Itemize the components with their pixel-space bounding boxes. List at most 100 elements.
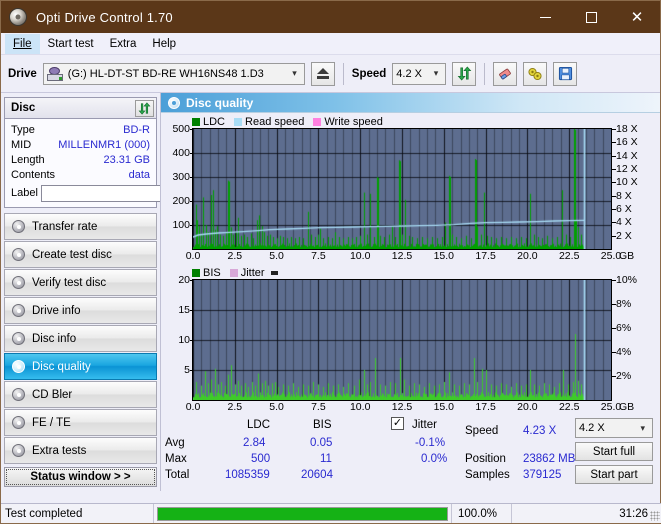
disc-label-key: Label	[11, 187, 38, 199]
x-tick-label: 15.0	[434, 401, 454, 413]
save-button[interactable]	[553, 62, 577, 86]
speed-label: Speed	[352, 68, 387, 80]
sidebar-item-extra-tests[interactable]: Extra tests	[4, 437, 157, 464]
stats-header-bis: BIS	[313, 419, 332, 431]
legend-swatch-ldc	[192, 118, 200, 126]
menu-item-file-label: File	[13, 38, 32, 50]
test-speed-select-value: 4.2 X	[579, 422, 605, 434]
y-tick-label: 20	[178, 274, 190, 286]
sidebar-item-transfer-rate[interactable]: Transfer rate	[4, 213, 157, 240]
progress-percent: 100.0%	[451, 504, 511, 523]
minimize-button[interactable]	[522, 1, 568, 33]
stats-row-avg-bis: 0.05	[310, 437, 332, 449]
status-window-button[interactable]: Status window > >	[4, 467, 157, 487]
test-speed-select[interactable]: 4.2 X ▾	[575, 418, 653, 438]
stats-row-avg-ldc: 2.84	[243, 437, 265, 449]
ldc-plot	[192, 128, 612, 250]
y-tick-label: 15	[178, 304, 190, 316]
menu-item-extra[interactable]: Extra	[102, 34, 145, 54]
speed-select[interactable]: 4.2 X ▾	[392, 63, 446, 85]
disc-icon	[12, 304, 25, 317]
legend-item-ldc: LDC	[192, 116, 225, 128]
stats-position-key: Position	[465, 453, 506, 465]
legend-label-read-speed: Read speed	[245, 116, 304, 128]
disc-quality-ldc-chart: LDC Read speed Write speed 1002003004005…	[163, 115, 656, 264]
ldc-y-axis-left: 100200300400500	[163, 128, 192, 250]
stats-row-max-bis: 11	[320, 453, 332, 465]
legend-swatch-jitter	[230, 269, 238, 277]
disc-row-length: Length 23.31 GB	[11, 152, 150, 167]
ldc-chart-legend: LDC Read speed Write speed	[163, 115, 656, 128]
disc-icon	[12, 220, 25, 233]
progress-bar	[157, 507, 448, 521]
legend-item-write-speed: Write speed	[313, 116, 383, 128]
x-axis-unit: GB	[619, 250, 634, 262]
eject-icon	[317, 68, 329, 79]
erase-disc-button[interactable]	[493, 62, 517, 86]
menu-item-start-test[interactable]: Start test	[40, 34, 102, 54]
window-controls: ✕	[522, 1, 660, 33]
x-tick-label: 2.5	[227, 250, 242, 262]
sidebar-item-verify-test-disc[interactable]: Verify test disc	[4, 269, 157, 296]
y-tick-label: 300	[172, 171, 190, 183]
drive-select[interactable]: (G:) HL-DT-ST BD-RE WH16NS48 1.D3 ▾	[43, 63, 305, 85]
disc-icon	[12, 388, 25, 401]
legend-label-bis: BIS	[203, 267, 221, 279]
refresh-icon	[138, 102, 151, 115]
eject-button[interactable]	[311, 62, 335, 86]
maximize-button[interactable]	[568, 1, 614, 33]
menu-item-help[interactable]: Help	[144, 34, 184, 54]
right-panel: Disc quality LDC Read speed	[160, 93, 660, 491]
refresh-drive-button[interactable]	[452, 62, 476, 86]
sidebar-item-drive-info[interactable]: Drive info	[4, 297, 157, 324]
disc-refresh-button[interactable]	[135, 100, 154, 117]
sidebar-item-disc-quality[interactable]: Disc quality	[4, 353, 157, 380]
menu-item-start-test-label: Start test	[48, 38, 94, 50]
chevron-down-icon: ▾	[287, 68, 302, 79]
resize-grip[interactable]	[650, 511, 660, 521]
sidebar-item-create-test-disc[interactable]: Create test disc	[4, 241, 157, 268]
y-tick-label: 10	[178, 334, 190, 346]
y-tick-label: 200	[172, 195, 190, 207]
sidebar-item-disc-info-label: Disc info	[32, 333, 76, 345]
title-bar: Opti Drive Control 1.70 ✕	[1, 1, 660, 33]
sidebar-item-cd-bler[interactable]: CD Bler	[4, 381, 157, 408]
menu-item-file[interactable]: File	[5, 34, 40, 54]
ldc-x-axis: 0.02.55.07.510.012.515.017.520.022.525.0…	[192, 250, 656, 264]
x-tick-label: 17.5	[475, 250, 495, 262]
disc-info-box: Disc Type BD-R MID MILL	[4, 97, 157, 208]
sidebar-item-disc-info[interactable]: Disc info	[4, 325, 157, 352]
y2-tick-label: 2 X	[616, 230, 632, 242]
chevron-down-icon: ▾	[635, 423, 650, 434]
stats-speed-key: Speed	[465, 425, 498, 437]
stats-row-avg-label: Avg	[165, 437, 185, 449]
drive-select-value: (G:) HL-DT-ST BD-RE WH16NS48 1.D3	[68, 68, 264, 80]
stats-position-value: 23862 MB	[523, 453, 575, 465]
disc-row-contents-value: data	[129, 169, 150, 181]
start-full-button[interactable]: Start full	[575, 442, 653, 461]
sidebar-item-drive-info-label: Drive info	[32, 305, 81, 317]
sidebar-item-cd-bler-label: CD Bler	[32, 389, 72, 401]
close-button[interactable]: ✕	[614, 1, 660, 33]
x-tick-label: 7.5	[311, 401, 326, 413]
disc-icon	[12, 248, 25, 261]
bitsetting-button[interactable]	[523, 62, 547, 86]
progress-bar-fill	[158, 508, 447, 520]
jitter-checkbox[interactable]: ✓	[391, 417, 404, 430]
disc-icon	[12, 444, 25, 457]
sidebar-item-fe-te[interactable]: FE / TE	[4, 409, 157, 436]
stats-samples-value: 379125	[523, 469, 561, 481]
disc-quality-icon	[168, 97, 180, 109]
bis-plot	[192, 279, 612, 401]
chevron-down-icon: ▾	[429, 68, 444, 79]
disc-row-mid-value: MILLENMR1 (000)	[58, 139, 150, 151]
left-panel: Disc Type BD-R MID MILL	[1, 93, 160, 491]
disc-row-length-key: Length	[11, 154, 45, 166]
jitter-label: Jitter	[412, 419, 437, 431]
x-tick-label: 12.5	[392, 250, 412, 262]
x-tick-label: 20.0	[517, 250, 537, 262]
start-full-button-label: Start full	[593, 446, 635, 458]
start-part-button[interactable]: Start part	[575, 465, 653, 484]
legend-swatch-write-speed	[313, 118, 321, 126]
y2-tick-label: 10%	[616, 274, 637, 286]
